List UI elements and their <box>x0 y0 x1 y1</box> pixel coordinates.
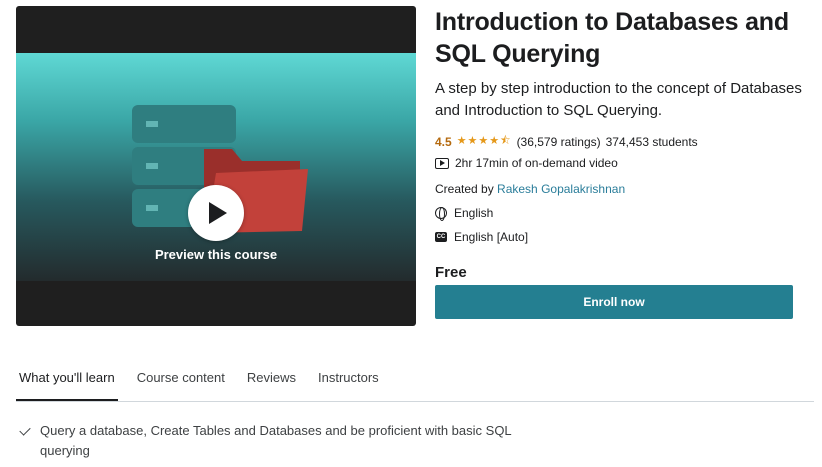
enroll-now-button[interactable]: Enroll now <box>435 285 793 319</box>
tab-what-youll-learn[interactable]: What you'll learn <box>16 369 118 401</box>
star-rating-icon: ★★★★⯪ <box>456 135 512 147</box>
captions-row: CC English [Auto] <box>435 230 805 244</box>
learn-item-text: Query a database, Create Tables and Data… <box>40 423 512 458</box>
tab-instructors[interactable]: Instructors <box>315 369 382 401</box>
video-length-row: 2hr 17min of on-demand video <box>435 156 805 170</box>
rating-row: 4.5 ★★★★⯪ (36,579 ratings) 374,453 stude… <box>435 132 805 151</box>
video-icon <box>435 157 449 169</box>
learn-list-item: Query a database, Create Tables and Data… <box>19 421 550 461</box>
rating-count[interactable]: (36,579 ratings) <box>517 135 601 149</box>
author-link[interactable]: Rakesh Gopalakrishnan <box>497 182 625 196</box>
created-by: Created by Rakesh Gopalakrishnan <box>435 182 805 196</box>
tabs-divider <box>16 401 814 402</box>
captions: English [Auto] <box>454 230 529 244</box>
preview-course-label[interactable]: Preview this course <box>16 247 416 262</box>
created-by-label: Created by <box>435 182 494 196</box>
closed-captions-icon: CC <box>435 232 447 242</box>
student-count: 374,453 students <box>605 134 698 149</box>
globe-icon <box>435 207 447 221</box>
checkmark-icon <box>19 424 31 436</box>
course-info: Introduction to Databases and SQL Queryi… <box>435 6 805 319</box>
course-tabs: What you'll learn Course content Reviews… <box>16 369 398 401</box>
price: Free <box>435 264 467 281</box>
video-length: 2hr 17min of on-demand video <box>455 156 618 170</box>
language: English <box>454 206 494 220</box>
course-preview-video[interactable]: Preview this course <box>16 6 416 326</box>
rating-value: 4.5 <box>435 134 452 149</box>
language-row: English <box>435 206 805 221</box>
play-icon[interactable] <box>188 185 244 241</box>
tab-reviews[interactable]: Reviews <box>244 369 299 401</box>
course-title: Introduction to Databases and SQL Queryi… <box>435 8 789 68</box>
tab-course-content[interactable]: Course content <box>134 369 228 401</box>
course-subtitle: A step by step introduction to the conce… <box>435 80 802 119</box>
